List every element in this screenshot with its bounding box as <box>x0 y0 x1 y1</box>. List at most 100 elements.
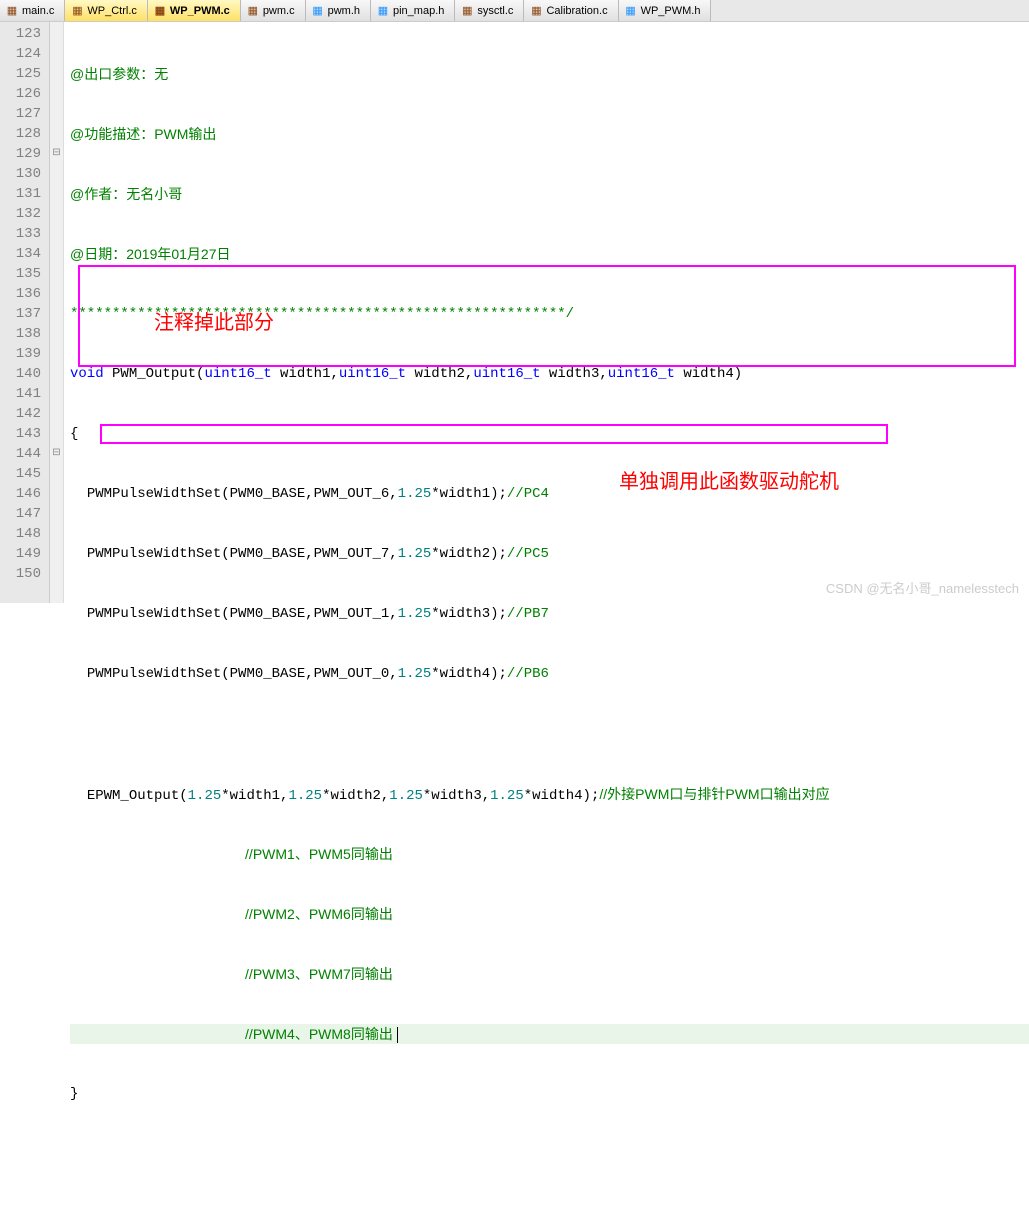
line-number: 132 <box>4 204 41 224</box>
code-line <box>70 1144 1029 1164</box>
line-number: 140 <box>4 364 41 384</box>
code-line: @作者：无名小哥 <box>70 184 1029 204</box>
fold-marker <box>50 464 63 484</box>
tab-label: Calibration.c <box>546 5 607 17</box>
line-number: 139 <box>4 344 41 364</box>
fold-marker <box>50 204 63 224</box>
code-line: //PWM1、PWM5同输出 <box>70 844 1029 864</box>
line-number: 133 <box>4 224 41 244</box>
fold-gutter: ⊟ ⊟ <box>50 22 64 603</box>
line-number: 135 <box>4 264 41 284</box>
editor: 123 124 125 126 127 128 129 130 131 132 … <box>0 22 1029 603</box>
fold-marker <box>50 404 63 424</box>
fold-marker <box>50 164 63 184</box>
text-cursor <box>397 1027 398 1043</box>
tab-label: main.c <box>22 5 54 17</box>
tab-label: sysctl.c <box>477 5 513 17</box>
code-line: PWMPulseWidthSet(PWM0_BASE,PWM_OUT_7,1.2… <box>70 544 1029 564</box>
tab-wp-pwm-c[interactable]: ▦WP_PWM.c <box>148 0 241 21</box>
tab-label: WP_Ctrl.c <box>87 5 137 17</box>
line-number: 148 <box>4 524 41 544</box>
c-file-icon: ▦ <box>530 5 542 17</box>
tab-label: WP_PWM.h <box>641 5 701 17</box>
h-file-icon: ▦ <box>377 5 389 17</box>
tab-label: WP_PWM.c <box>170 5 230 17</box>
code-line <box>70 724 1029 744</box>
fold-toggle[interactable]: ⊟ <box>50 144 63 164</box>
fold-marker <box>50 504 63 524</box>
fold-marker <box>50 104 63 124</box>
line-number: 126 <box>4 84 41 104</box>
line-number: 134 <box>4 244 41 264</box>
h-file-icon: ▦ <box>625 5 637 17</box>
tab-sysctl-c[interactable]: ▦ sysctl.c <box>455 0 524 21</box>
fold-toggle[interactable]: ⊟ <box>50 444 63 464</box>
code-area[interactable]: @出口参数：无 @功能描述：PWM输出 @作者：无名小哥 @日期：2019年01… <box>64 22 1029 603</box>
c-file-icon: ▦ <box>461 5 473 17</box>
fold-marker <box>50 264 63 284</box>
code-line: @出口参数：无 <box>70 64 1029 84</box>
code-line: ****************************************… <box>70 304 1029 324</box>
line-number: 144 <box>4 444 41 464</box>
fold-marker <box>50 344 63 364</box>
line-number: 130 <box>4 164 41 184</box>
line-number: 143 <box>4 424 41 444</box>
tab-pin-map-h[interactable]: ▦ pin_map.h <box>371 0 455 21</box>
code-line: void PWM_Output(uint16_t width1,uint16_t… <box>70 364 1029 384</box>
code-line: PWMPulseWidthSet(PWM0_BASE,PWM_OUT_0,1.2… <box>70 664 1029 684</box>
line-number: 124 <box>4 44 41 64</box>
fold-marker <box>50 544 63 564</box>
line-number: 131 <box>4 184 41 204</box>
fold-marker <box>50 124 63 144</box>
line-number: 138 <box>4 324 41 344</box>
h-file-icon: ▦ <box>312 5 324 17</box>
c-file-icon: ▦ <box>6 5 18 17</box>
line-number: 147 <box>4 504 41 524</box>
tab-wp-pwm-h[interactable]: ▦ WP_PWM.h <box>619 0 712 21</box>
line-number: 127 <box>4 104 41 124</box>
tab-bar: ▦main.c ▦WP_Ctrl.c ▦WP_PWM.c ▦pwm.c ▦pwm… <box>0 0 1029 22</box>
line-number: 149 <box>4 544 41 564</box>
fold-marker <box>50 284 63 304</box>
code-line: @功能描述：PWM输出 <box>70 124 1029 144</box>
line-number: 145 <box>4 464 41 484</box>
line-number-gutter: 123 124 125 126 127 128 129 130 131 132 … <box>0 22 50 603</box>
line-number: 137 <box>4 304 41 324</box>
line-number: 136 <box>4 284 41 304</box>
code-line: @日期：2019年01月27日 <box>70 244 1029 264</box>
code-line: //PWM2、PWM6同输出 <box>70 904 1029 924</box>
c-file-icon: ▦ <box>71 5 83 17</box>
fold-marker <box>50 424 63 444</box>
fold-marker <box>50 564 63 584</box>
code-line: PWMPulseWidthSet(PWM0_BASE,PWM_OUT_6,1.2… <box>70 484 1029 504</box>
code-line: { <box>70 424 1029 444</box>
line-number: 129 <box>4 144 41 164</box>
tab-pwm-c[interactable]: ▦ pwm.c <box>241 0 306 21</box>
line-number: 142 <box>4 404 41 424</box>
code-line <box>70 1204 1029 1206</box>
fold-marker <box>50 24 63 44</box>
tab-main-c[interactable]: ▦ main.c <box>0 0 65 21</box>
tab-label: pwm.h <box>328 5 360 17</box>
line-number: 125 <box>4 64 41 84</box>
tab-label: pwm.c <box>263 5 295 17</box>
fold-marker <box>50 184 63 204</box>
code-line: } <box>70 1084 1029 1104</box>
fold-marker <box>50 304 63 324</box>
tab-calibration-c[interactable]: ▦ Calibration.c <box>524 0 618 21</box>
c-file-icon: ▦ <box>247 5 259 17</box>
fold-marker <box>50 64 63 84</box>
fold-marker <box>50 384 63 404</box>
code-line: //PWM3、PWM7同输出 <box>70 964 1029 984</box>
tab-wp-ctrl-c[interactable]: ▦ WP_Ctrl.c <box>65 0 148 21</box>
tab-pwm-h[interactable]: ▦ pwm.h <box>306 0 371 21</box>
line-number: 123 <box>4 24 41 44</box>
line-number: 146 <box>4 484 41 504</box>
fold-marker <box>50 364 63 384</box>
tab-label: pin_map.h <box>393 5 444 17</box>
code-line: PWMPulseWidthSet(PWM0_BASE,PWM_OUT_1,1.2… <box>70 604 1029 624</box>
fold-marker <box>50 44 63 64</box>
code-line: EPWM_Output(1.25*width1,1.25*width2,1.25… <box>70 784 1029 804</box>
line-number: 150 <box>4 564 41 584</box>
fold-marker <box>50 524 63 544</box>
